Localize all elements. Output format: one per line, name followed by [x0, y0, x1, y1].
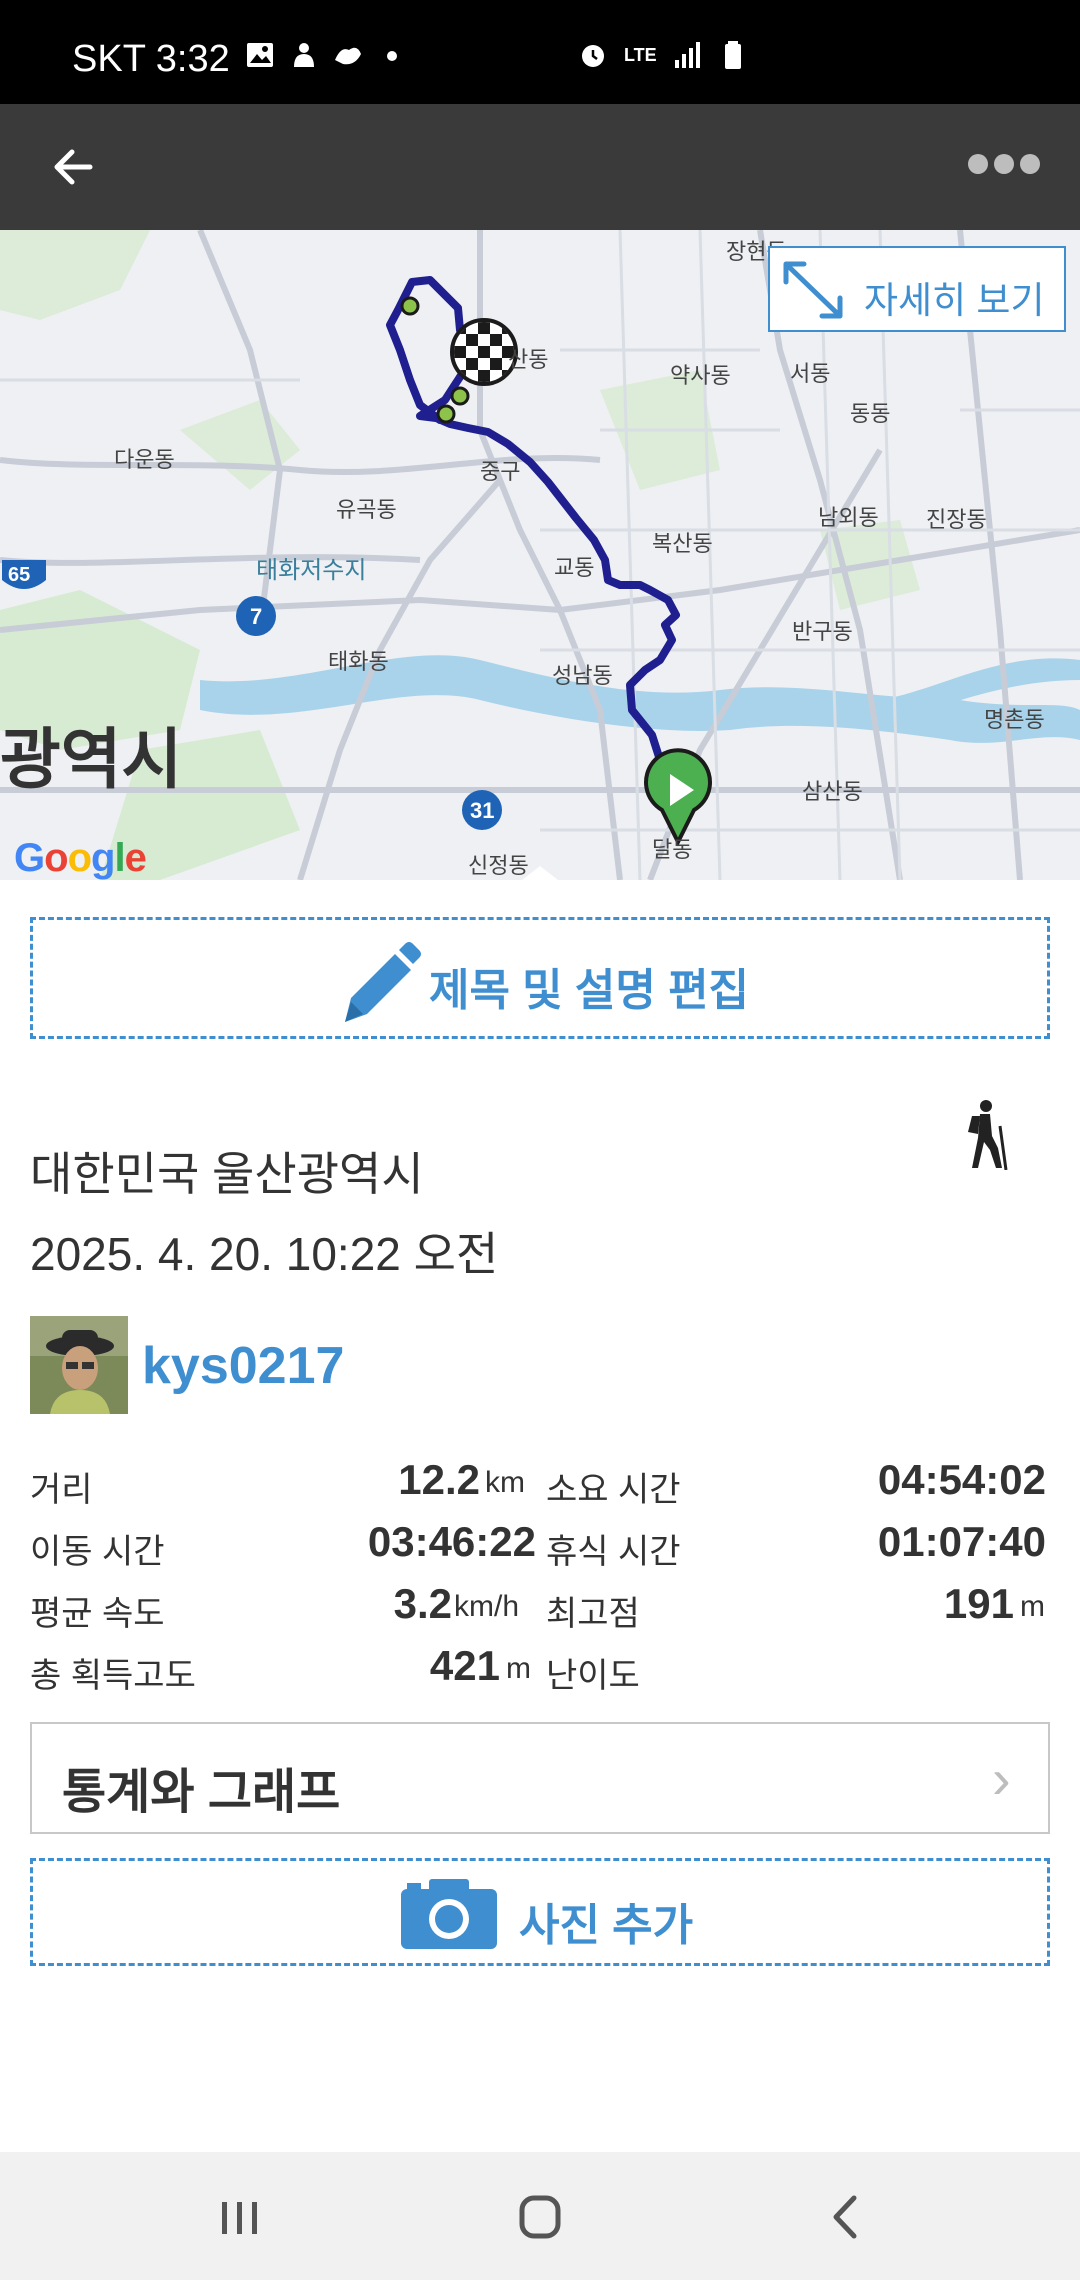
- activity-datetime: 2025. 4. 20. 10:22 오전: [30, 1228, 499, 1280]
- chevron-right-icon: ›: [992, 1747, 1011, 1810]
- max-altitude-label: 최고점: [546, 1595, 640, 1633]
- google-logo: Google: [14, 836, 147, 880]
- lte-icon: LTE: [624, 45, 657, 65]
- rest-time-label: 휴식 시간: [546, 1533, 681, 1571]
- finish-flag-icon: [450, 318, 518, 386]
- distance-unit: km: [485, 1466, 525, 1499]
- map-label: 다운동: [114, 447, 175, 472]
- notification-icon: [294, 43, 314, 67]
- hiking-icon: [968, 1100, 1008, 1170]
- add-photo-label: 사진 추가: [519, 1901, 694, 1950]
- total-time-value: 04:54:02: [877, 1456, 1046, 1503]
- rest-time-value: 01:07:40: [877, 1518, 1046, 1565]
- map-label: 교동: [554, 555, 595, 580]
- moving-time-value: 03:46:22: [367, 1518, 536, 1565]
- map-label: 유곡동: [336, 497, 397, 522]
- route-map[interactable]: 장현동 약사동 서동 동동 산동 다운동 중구 유곡동 태화저수지 교동 복산동…: [0, 230, 1080, 880]
- username-link[interactable]: kys0217: [142, 1336, 344, 1396]
- map-label: 복산동: [652, 531, 713, 556]
- expand-icon: [783, 261, 843, 319]
- total-time-label: 소요 시간: [546, 1471, 681, 1509]
- map-label: 달동: [652, 837, 693, 862]
- status-left-icons: [245, 40, 407, 70]
- total-ascent-label: 총 획득고도: [30, 1657, 196, 1695]
- distance-value: 12.2: [398, 1456, 480, 1503]
- back-icon[interactable]: [806, 2182, 886, 2252]
- home-icon[interactable]: [500, 2182, 580, 2252]
- status-right-icons: LTE: [578, 40, 748, 70]
- map-label: 반구동: [792, 619, 853, 644]
- moving-time-label: 이동 시간: [30, 1533, 165, 1571]
- add-photo-button[interactable]: 사진 추가: [30, 1858, 1050, 1966]
- route-shield-label: 7: [250, 604, 263, 629]
- stats-graph-button[interactable]: 통계와 그래프 ›: [30, 1722, 1050, 1834]
- map-label: 약사동: [670, 363, 731, 388]
- dot: [994, 154, 1014, 174]
- max-altitude-unit: m: [1020, 1590, 1045, 1623]
- route-shield-label: 65: [8, 564, 31, 586]
- edit-title-label: 제목 및 설명 편집: [429, 966, 750, 1015]
- camera-icon: [401, 1879, 497, 1949]
- distance-label: 거리: [30, 1471, 93, 1509]
- avg-speed-value: 3.2: [393, 1580, 452, 1627]
- gallery-icon: [247, 43, 273, 67]
- view-details-button[interactable]: 자세히 보기: [768, 246, 1066, 332]
- stats-graph-label: 통계와 그래프: [62, 1766, 341, 1819]
- notification-icon: [335, 47, 361, 65]
- route-shield-label: 31: [470, 798, 495, 823]
- dot: [968, 154, 988, 174]
- arrow-left-icon[interactable]: [40, 132, 110, 202]
- alarm-icon: [582, 45, 604, 67]
- map-label: 서동: [790, 361, 831, 386]
- activity-location: 대한민국 울산광역시: [30, 1148, 424, 1200]
- avatar[interactable]: [30, 1316, 128, 1414]
- map-label: 진장동: [926, 507, 987, 532]
- map-label: 성남동: [552, 663, 613, 688]
- max-altitude-value: 191: [943, 1580, 1014, 1627]
- dot-icon: [387, 51, 397, 61]
- view-details-label: 자세히 보기: [864, 280, 1045, 321]
- total-ascent-unit: m: [506, 1652, 531, 1685]
- map-label: 삼산동: [802, 779, 863, 804]
- battery-icon: [725, 41, 741, 69]
- start-marker-icon: [644, 748, 712, 847]
- map-label: 중구: [480, 459, 521, 484]
- map-city-label: 광역시: [0, 722, 183, 796]
- app-bar: [0, 104, 1080, 230]
- dot: [1020, 154, 1040, 174]
- map-label: 태화동: [328, 649, 389, 674]
- avg-speed-unit: km/h: [454, 1590, 520, 1623]
- more-dots-icon[interactable]: [968, 154, 1048, 184]
- map-label: 동동: [850, 401, 891, 426]
- status-time: SKT 3:32: [72, 38, 230, 80]
- map-label: 명촌동: [984, 707, 1045, 732]
- recent-apps-icon[interactable]: [200, 2182, 280, 2252]
- total-ascent-value: 421: [429, 1642, 500, 1689]
- avg-speed-label: 평균 속도: [30, 1595, 165, 1633]
- pencil-icon: [345, 942, 421, 1022]
- difficulty-label: 난이도: [546, 1657, 640, 1695]
- map-label: 신정동: [468, 853, 529, 878]
- map-label: 태화저수지: [256, 557, 367, 584]
- edit-title-button[interactable]: 제목 및 설명 편집: [30, 917, 1050, 1039]
- signal-icon: [675, 42, 700, 68]
- status-bar: SKT 3:32 LTE: [0, 0, 1080, 104]
- map-label: 산동: [508, 347, 549, 372]
- map-label: 남외동: [818, 505, 879, 530]
- system-nav-bar: [0, 2152, 1080, 2280]
